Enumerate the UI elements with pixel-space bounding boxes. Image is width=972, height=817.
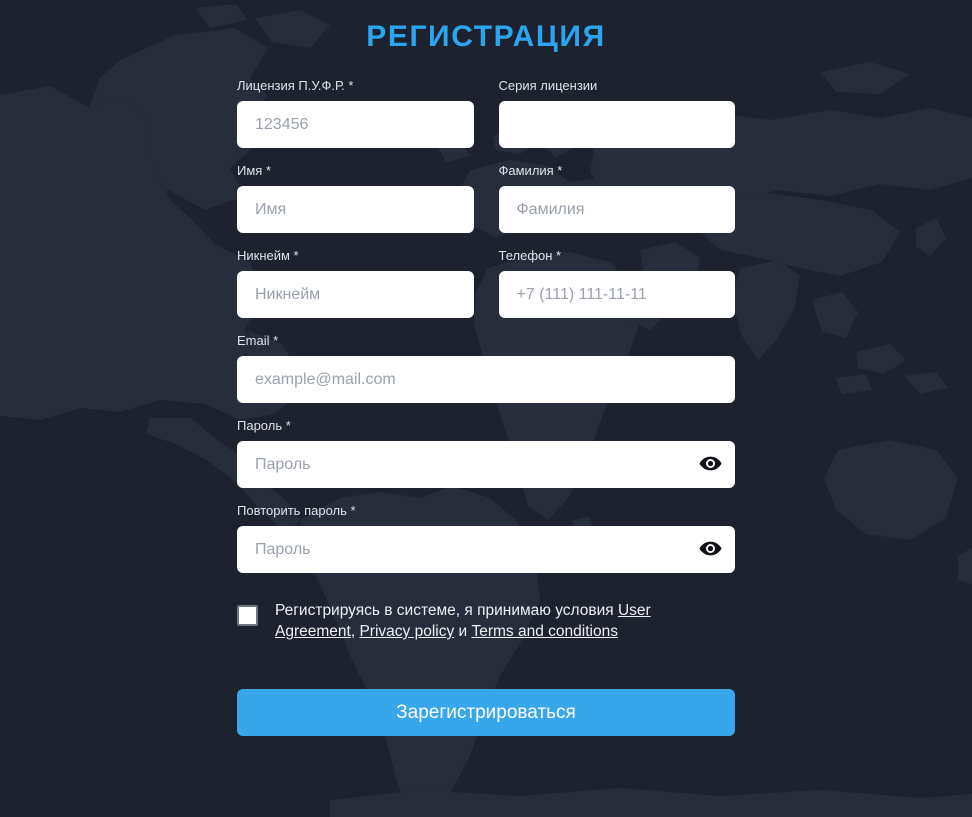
form-row-email: Email * <box>237 333 735 403</box>
field-email: Email * <box>237 333 735 403</box>
agreement-block: Регистрируясь в системе, я принимаю усло… <box>237 600 735 642</box>
input-shell-nickname <box>237 271 474 318</box>
password-repeat-visibility-toggle[interactable] <box>695 535 725 565</box>
nickname-input[interactable] <box>237 271 474 318</box>
input-shell-password <box>237 441 735 488</box>
agreement-text-before: Регистрируясь в системе, я принимаю усло… <box>275 602 618 619</box>
password-repeat-input[interactable] <box>237 526 735 573</box>
label-last-name: Фамилия * <box>498 163 563 178</box>
field-first-name: Имя * <box>237 163 474 233</box>
agreement-checkbox[interactable] <box>237 605 258 626</box>
form-row-license: Лицензия П.У.Ф.Р. * Серия лицензии <box>237 78 735 148</box>
input-shell-license-series <box>498 101 735 148</box>
registration-form: РЕГИСТРАЦИЯ Лицензия П.У.Ф.Р. * Серия ли… <box>237 0 735 736</box>
field-password: Пароль * <box>237 418 735 488</box>
label-license-series: Серия лицензии <box>498 78 598 93</box>
field-license: Лицензия П.У.Ф.Р. * <box>237 78 474 148</box>
label-email: Email * <box>237 333 279 348</box>
form-row-password: Пароль * <box>237 418 735 488</box>
input-shell-license <box>237 101 474 148</box>
agreement-conjunction: и <box>454 623 472 640</box>
label-password-repeat: Повторить пароль * <box>237 503 356 518</box>
password-visibility-toggle[interactable] <box>695 450 725 480</box>
phone-input[interactable] <box>498 271 735 318</box>
input-shell-password-repeat <box>237 526 735 573</box>
password-input[interactable] <box>237 441 735 488</box>
license-input[interactable] <box>237 101 474 148</box>
terms-conditions-link[interactable]: Terms and conditions <box>471 623 617 640</box>
email-input[interactable] <box>237 356 735 403</box>
first-name-input[interactable] <box>237 186 474 233</box>
label-first-name: Имя * <box>237 163 271 178</box>
label-phone: Телефон * <box>498 248 562 263</box>
registration-page: РЕГИСТРАЦИЯ Лицензия П.У.Ф.Р. * Серия ли… <box>0 0 972 817</box>
form-row-password-repeat: Повторить пароль * <box>237 503 735 573</box>
field-nickname: Никнейм * <box>237 248 474 318</box>
field-password-repeat: Повторить пароль * <box>237 503 735 573</box>
eye-icon <box>699 541 722 559</box>
eye-icon <box>699 456 722 474</box>
last-name-input[interactable] <box>498 186 735 233</box>
page-title: РЕГИСТРАЦИЯ <box>366 20 606 53</box>
label-license: Лицензия П.У.Ф.Р. * <box>237 78 354 93</box>
field-phone: Телефон * <box>498 248 735 318</box>
privacy-policy-link[interactable]: Privacy policy <box>359 623 454 640</box>
agreement-text: Регистрируясь в системе, я принимаю усло… <box>275 600 715 642</box>
field-last-name: Фамилия * <box>498 163 735 233</box>
label-nickname: Никнейм * <box>237 248 299 263</box>
form-row-name: Имя * Фамилия * <box>237 163 735 233</box>
label-password: Пароль * <box>237 418 291 433</box>
form-row-nickname-phone: Никнейм * Телефон * <box>237 248 735 318</box>
input-shell-last-name <box>498 186 735 233</box>
field-license-series: Серия лицензии <box>498 78 735 148</box>
input-shell-phone <box>498 271 735 318</box>
input-shell-email <box>237 356 735 403</box>
register-button[interactable]: Зарегистрироваться <box>237 689 735 736</box>
input-shell-first-name <box>237 186 474 233</box>
license-series-input[interactable] <box>498 101 735 148</box>
